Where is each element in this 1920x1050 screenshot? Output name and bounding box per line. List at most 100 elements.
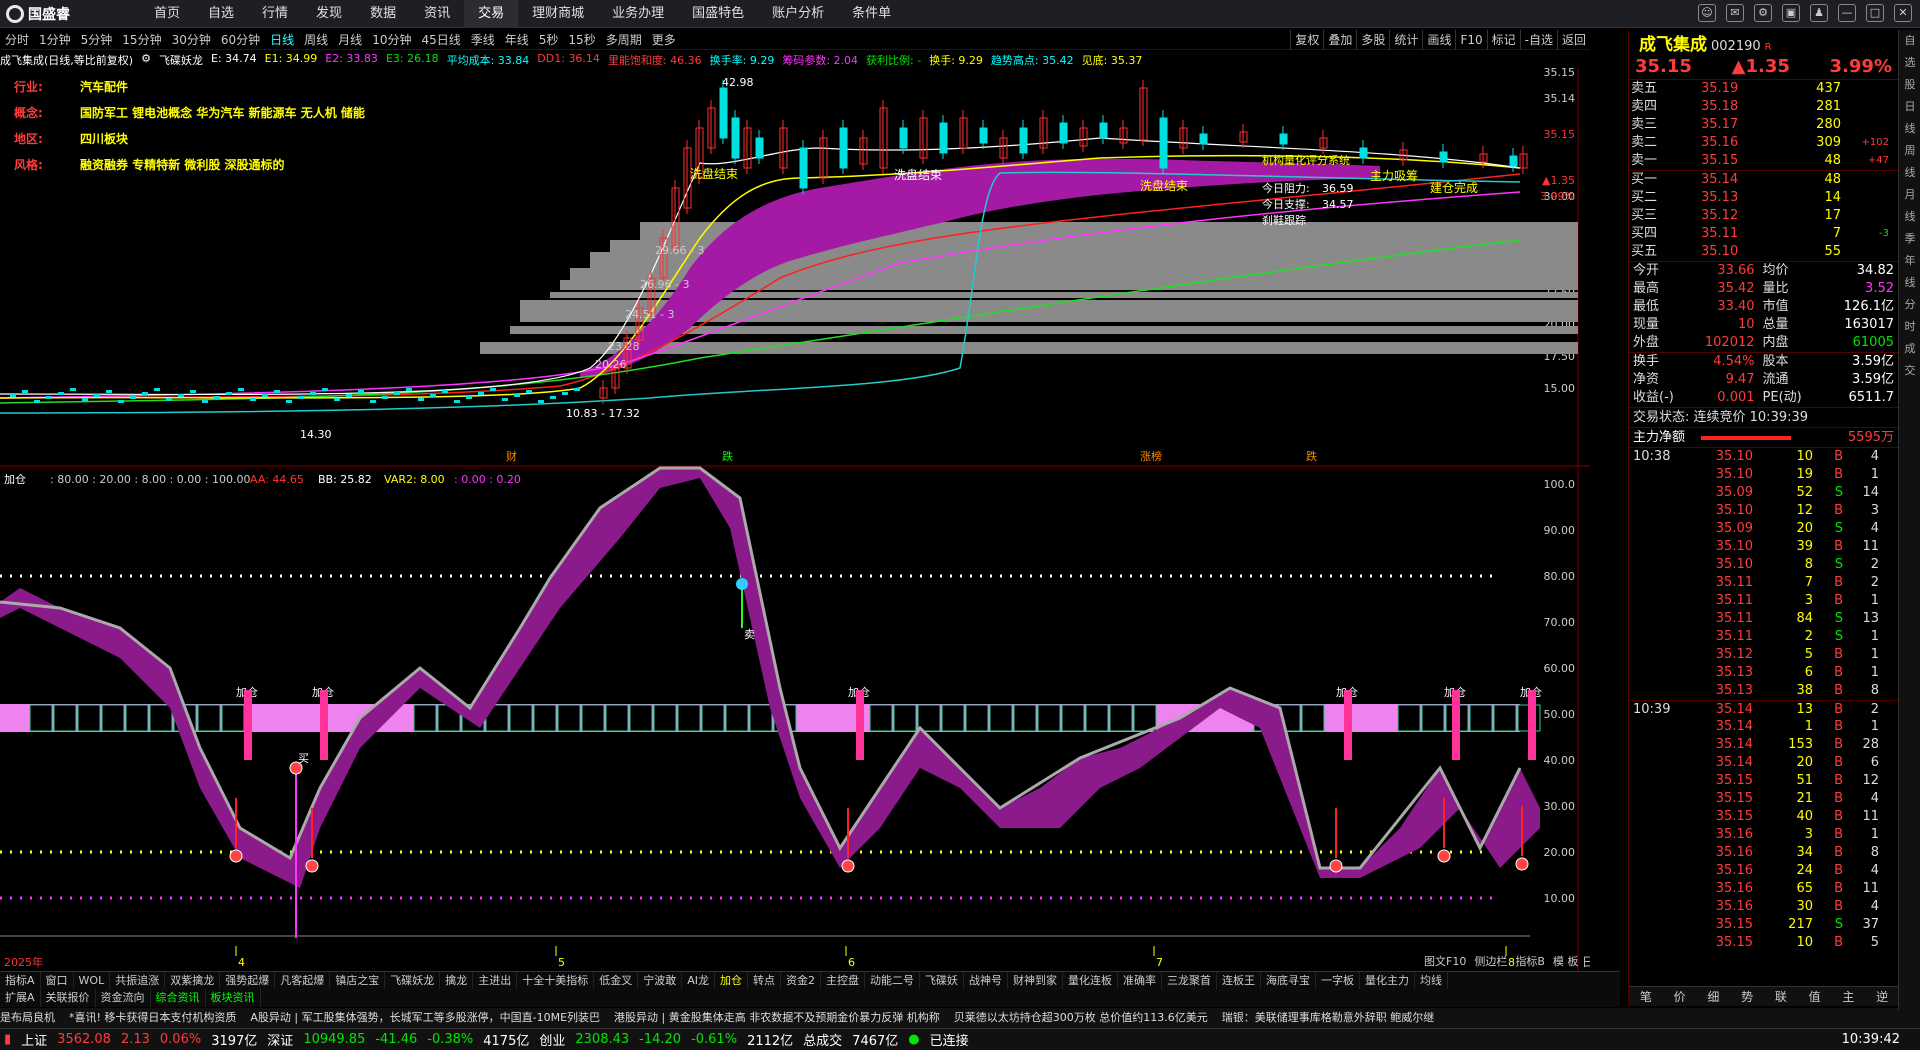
period-tab[interactable]: 1分钟 — [34, 31, 76, 48]
side-tab[interactable]: 线 — [1899, 118, 1920, 140]
news-item[interactable]: 港股异动 | 黄金股集体走高 非农数据不及预期金价暴力反弹 机构称 — [614, 1008, 940, 1028]
indicator-tab[interactable]: 动能二号 — [865, 972, 920, 989]
tag-value[interactable]: 国防军工 锂电池概念 华为汽车 新能源车 无人机 储能 — [80, 106, 365, 120]
close-icon[interactable]: ✕ — [1894, 4, 1912, 22]
kline-chart[interactable]: 35.1535.1435.1530.0027.5025.0022.5020.00… — [0, 68, 1590, 978]
tag-value[interactable]: 融资融券 专精特新 微利股 深股通标的 — [80, 158, 285, 172]
message-icon[interactable]: ☺ — [1698, 4, 1716, 22]
quote-tab[interactable]: 价 — [1663, 987, 1697, 1006]
indicator-tab[interactable]: 一字板 — [1316, 972, 1360, 989]
sub-indicator-name[interactable]: 加仓 — [4, 472, 26, 486]
side-tab[interactable]: 自 — [1899, 30, 1920, 52]
info-tab[interactable]: 扩展A — [0, 989, 41, 1007]
indicator-tab[interactable]: 资金2 — [781, 972, 821, 989]
side-tab[interactable]: 分 — [1899, 294, 1920, 316]
menu-item[interactable]: 发现 — [302, 0, 356, 28]
book-row[interactable]: 卖一 35.15 48 +47 — [1629, 152, 1898, 170]
event-marker[interactable]: 跌 — [722, 449, 733, 463]
menu-item[interactable]: 资讯 — [410, 0, 464, 28]
indicator-tab[interactable]: 窗口 — [41, 972, 74, 989]
side-tab[interactable]: 月 — [1899, 184, 1920, 206]
indicator-tab[interactable]: 财神到家 — [1008, 972, 1063, 989]
period-tab[interactable]: 45日线 — [416, 31, 465, 48]
mail-icon[interactable]: ✉ — [1726, 4, 1744, 22]
info-tab[interactable]: 关联报价 — [41, 989, 96, 1007]
period-tab[interactable]: 30分钟 — [167, 31, 216, 48]
period-tab[interactable]: 5秒 — [534, 31, 564, 48]
menu-item[interactable]: 行情 — [248, 0, 302, 28]
cy-label[interactable]: 创业 — [539, 1030, 565, 1049]
book-row[interactable]: 卖五 35.19 437 — [1629, 80, 1898, 98]
indicator-tab[interactable]: 量化主力 — [1360, 972, 1415, 989]
indicator-tab[interactable]: 擒龙 — [440, 972, 474, 989]
chart-bottom-button[interactable]: 模 板 — [1549, 953, 1583, 969]
period-tab[interactable]: 更多 — [647, 31, 681, 48]
period-tab[interactable]: 分时 — [0, 31, 34, 48]
period-tab[interactable]: 周线 — [299, 31, 333, 48]
period-tab[interactable]: 年线 — [500, 31, 534, 48]
indicator-tab[interactable]: 主控盘 — [821, 972, 865, 989]
period-tab[interactable]: 60分钟 — [216, 31, 265, 48]
indicator-tab[interactable]: WOL — [74, 972, 111, 989]
chart-tool-button[interactable]: -自选 — [1519, 30, 1557, 50]
book-row[interactable]: 买一 35.14 48 — [1629, 171, 1898, 189]
indicator-tab[interactable]: 飞碟妖 — [920, 972, 964, 989]
indicator-tab[interactable]: 飞碟妖龙 — [385, 972, 441, 989]
menu-item[interactable]: 账户分析 — [758, 0, 838, 28]
side-tab[interactable]: 时 — [1899, 316, 1920, 338]
indicator-tab[interactable]: 强势起爆 — [220, 972, 276, 989]
indicator-tab[interactable]: 低金叉 — [594, 972, 639, 989]
book-row[interactable]: 买三 35.12 17 — [1629, 207, 1898, 225]
brand-logo[interactable]: 国盛睿 — [6, 4, 70, 24]
side-tab[interactable]: 线 — [1899, 272, 1920, 294]
indicator-tab[interactable]: 战神号 — [964, 972, 1008, 989]
indicator-tab[interactable]: 主进出 — [473, 972, 518, 989]
menu-item[interactable]: 首页 — [140, 0, 194, 28]
indicator-tab[interactable]: AI龙 — [682, 972, 715, 989]
indicator-tab[interactable]: 海底寻宝 — [1261, 972, 1316, 989]
news-item[interactable]: 是布局良机 — [0, 1008, 55, 1028]
info-tab[interactable]: 综合资讯 — [151, 989, 206, 1007]
indicator-tab[interactable]: 连板王 — [1217, 972, 1261, 989]
chart-bottom-button[interactable]: 图文F10 — [1420, 953, 1470, 969]
chart-tool-button[interactable]: 叠加 — [1323, 30, 1356, 50]
chart-tool-button[interactable]: 返回 — [1556, 30, 1590, 50]
menu-item[interactable]: 交易 — [464, 0, 519, 28]
period-tab[interactable]: 15秒 — [563, 31, 600, 48]
info-tab[interactable]: 板块资讯 — [206, 989, 261, 1007]
chart-tool-button[interactable]: 标记 — [1486, 30, 1520, 50]
settings-icon[interactable]: ⚙ — [1754, 4, 1772, 22]
side-tab[interactable]: 日 — [1899, 96, 1920, 118]
news-item[interactable]: 贝莱德以太坊持仓超300万枚 总价值约113.6亿美元 — [954, 1008, 1208, 1028]
quote-tab[interactable]: 细 — [1697, 987, 1731, 1006]
menu-item[interactable]: 自选 — [194, 0, 248, 28]
book-row[interactable]: 买四 35.11 7 -3 — [1629, 225, 1898, 243]
settings-icon[interactable]: ⚙ — [141, 52, 151, 68]
indicator-tab[interactable]: 共振追涨 — [110, 972, 166, 989]
chart-bottom-button[interactable]: 侧边栏 — [1470, 953, 1511, 969]
indicator-tab[interactable]: 镇店之宝 — [330, 972, 386, 989]
chart-tool-button[interactable]: 统计 — [1389, 30, 1422, 50]
event-marker[interactable]: 财 — [506, 449, 517, 463]
side-tab[interactable]: 季 — [1899, 228, 1920, 250]
book-row[interactable]: 卖二 35.16 309 +102 — [1629, 134, 1898, 152]
tag-value[interactable]: 四川板块 — [80, 132, 128, 146]
period-tab[interactable]: 日线 — [265, 31, 299, 48]
tag-value[interactable]: 汽车配件 — [80, 80, 128, 94]
indicator-tab[interactable]: 量化连板 — [1063, 972, 1118, 989]
book-row[interactable]: 卖四 35.18 281 — [1629, 98, 1898, 116]
menu-item[interactable]: 理财商城 — [518, 0, 598, 28]
menu-item[interactable]: 国盛特色 — [678, 0, 758, 28]
period-tab[interactable]: 季线 — [466, 31, 500, 48]
side-tab[interactable]: 交 — [1899, 360, 1920, 382]
news-ticker[interactable]: 是布局良机 *喜讯! 移卡获得日本支付机构资质 A股异动 | 军工股集体强势，长城军… — [0, 1008, 1920, 1028]
chart-bottom-button[interactable]: 指标B — [1511, 953, 1549, 969]
menu-item[interactable]: 业务办理 — [598, 0, 678, 28]
menu-item[interactable]: 条件单 — [838, 0, 905, 28]
quote-tab[interactable]: 主 — [1832, 987, 1866, 1006]
user-icon[interactable]: ♟ — [1810, 4, 1828, 22]
book-row[interactable]: 买二 35.13 14 — [1629, 189, 1898, 207]
sz-label[interactable]: 深证 — [267, 1030, 293, 1049]
quote-tab[interactable]: 值 — [1798, 987, 1832, 1006]
indicator-tab[interactable]: 宁波敢 — [638, 972, 683, 989]
